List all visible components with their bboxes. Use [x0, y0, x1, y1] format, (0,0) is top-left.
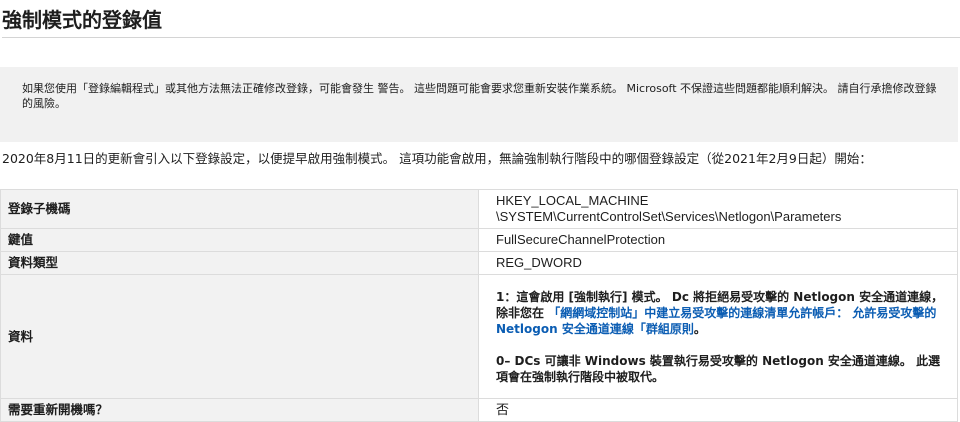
row-value-data: 1：這會啟用 [強制執行] 模式。 Dc 將拒絕易受攻擊的 Netlogon 安… [478, 274, 958, 399]
subkey-line-2: \SYSTEM\CurrentControlSet\Services\Netlo… [496, 209, 842, 224]
row-key-reboot: 需要重新開機嗎？ [0, 398, 479, 422]
row-value-datatype: REG_DWORD [478, 251, 958, 275]
subkey-line-1: HKEY_LOCAL_MACHINE [496, 193, 649, 208]
row-value-subkey: HKEY_LOCAL_MACHINE \SYSTEM\CurrentContro… [478, 189, 958, 229]
data-option-1: 1：這會啟用 [強制執行] 模式。 Dc 將拒絕易受攻擊的 Netlogon 安… [496, 289, 945, 337]
warning-box: 如果您使用「登錄編輯程式」或其他方法無法正確修改登錄，可能會發生 警告。 這些問… [0, 67, 958, 142]
data-spacer [496, 337, 945, 353]
data-option-0: 0– DCs 可讓非 Windows 裝置執行易受攻擊的 Netlogon 安全… [496, 353, 941, 384]
intro-paragraph: 2020年8月11日的更新會引入以下登錄設定，以便提早啟用強制模式。 這項功能會… [2, 151, 872, 166]
table-row: 需要重新開機嗎？ 否 [0, 398, 958, 422]
row-value-valuename: FullSecureChannelProtection [478, 228, 958, 252]
data-option-1-suffix: 。 [693, 321, 706, 336]
table-row: 登錄子機碼 HKEY_LOCAL_MACHINE \SYSTEM\Current… [0, 189, 958, 229]
group-policy-link[interactable]: 「網網域控制站」中建立易受攻擊的連線清單允許帳戶： 允許易受攻擊的 Netlog… [496, 306, 936, 336]
title-divider [2, 37, 960, 38]
row-value-reboot: 否 [478, 398, 958, 422]
table-row: 資料 1：這會啟用 [強制執行] 模式。 Dc 將拒絕易受攻擊的 Netlogo… [0, 274, 958, 399]
page-title: 強制模式的登錄值 [2, 8, 162, 32]
warning-text: 如果您使用「登錄編輯程式」或其他方法無法正確修改登錄，可能會發生 警告。 這些問… [22, 82, 937, 110]
row-key-data: 資料 [0, 274, 479, 399]
registry-table: 登錄子機碼 HKEY_LOCAL_MACHINE \SYSTEM\Current… [0, 189, 958, 422]
table-row: 資料類型 REG_DWORD [0, 251, 958, 275]
row-key-subkey: 登錄子機碼 [0, 189, 479, 229]
row-key-datatype: 資料類型 [0, 251, 479, 275]
row-key-valuename: 鍵值 [0, 228, 479, 252]
table-row: 鍵值 FullSecureChannelProtection [0, 228, 958, 252]
